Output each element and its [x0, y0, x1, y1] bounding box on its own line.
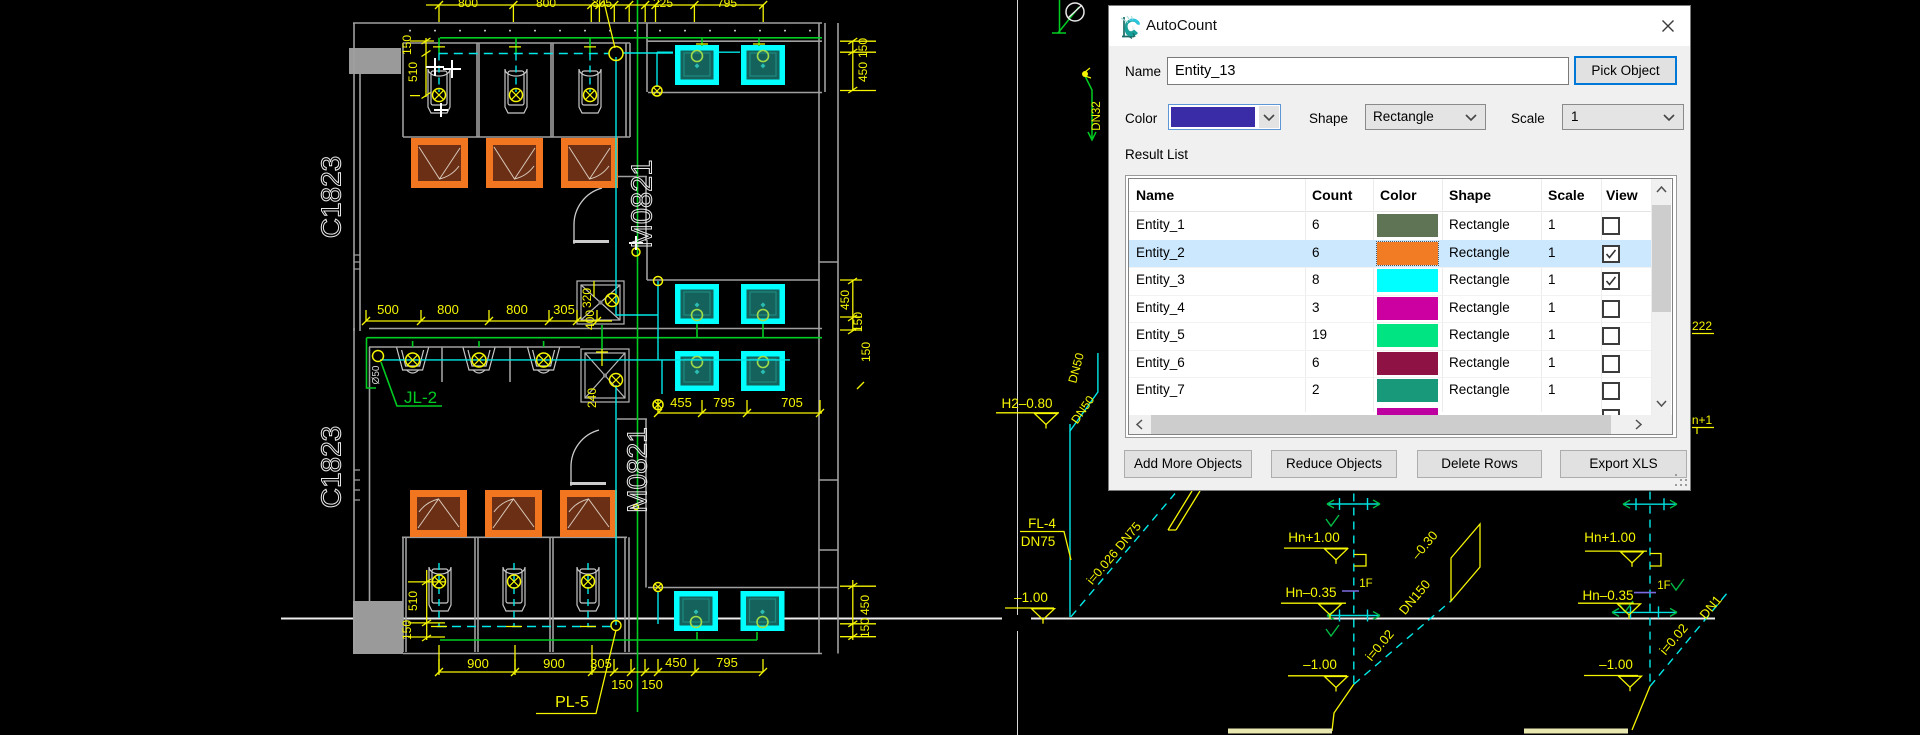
svg-text:–1.00: –1.00: [1014, 590, 1048, 605]
svg-text:1F: 1F: [1359, 578, 1372, 590]
svg-text:305: 305: [590, 656, 612, 671]
svg-text:800: 800: [458, 0, 478, 10]
svg-text:400: 400: [583, 310, 597, 330]
svg-text:305: 305: [553, 302, 575, 317]
svg-text:450: 450: [838, 290, 852, 310]
svg-text:800: 800: [506, 302, 528, 317]
svg-text:H2–0.80: H2–0.80: [1001, 396, 1052, 411]
svg-text:i=0.02: i=0.02: [1656, 621, 1691, 658]
svg-text:DN75: DN75: [1021, 534, 1056, 549]
svg-text:Hn–0.35: Hn–0.35: [1285, 585, 1336, 600]
svg-text:i=0.026 DN75: i=0.026 DN75: [1084, 519, 1144, 587]
svg-text:225: 225: [653, 0, 673, 10]
svg-text:450: 450: [858, 595, 872, 615]
svg-text:JL-2: JL-2: [404, 388, 437, 407]
svg-text:500: 500: [377, 302, 399, 317]
svg-text:150: 150: [859, 342, 873, 362]
svg-text:510: 510: [406, 62, 420, 82]
svg-text:C1823: C1823: [315, 156, 346, 239]
svg-text:DN1: DN1: [1696, 592, 1724, 622]
svg-text:DN32: DN32: [1091, 101, 1103, 130]
svg-text:150: 150: [611, 677, 633, 692]
svg-text:1F: 1F: [1657, 580, 1670, 592]
svg-text:305: 305: [592, 0, 612, 10]
svg-text:Hn+1.00: Hn+1.00: [1584, 530, 1635, 545]
svg-text:510: 510: [406, 591, 420, 611]
svg-text:900: 900: [467, 656, 489, 671]
svg-text:795: 795: [717, 0, 737, 10]
svg-text:n+1: n+1: [1692, 413, 1713, 427]
svg-text:C1823: C1823: [315, 426, 346, 509]
svg-text:450: 450: [665, 655, 687, 670]
svg-text:455: 455: [670, 395, 692, 410]
svg-text:900: 900: [543, 656, 565, 671]
svg-text:705: 705: [781, 395, 803, 410]
svg-text:PL-5: PL-5: [555, 694, 589, 711]
svg-text:800: 800: [437, 302, 459, 317]
svg-text:800: 800: [536, 0, 556, 10]
svg-text:240: 240: [585, 388, 599, 408]
svg-text:M0821: M0821: [627, 160, 659, 249]
svg-text:150: 150: [851, 312, 865, 332]
svg-text:150: 150: [858, 618, 872, 638]
svg-text:DN150: DN150: [1396, 577, 1434, 618]
svg-text:M0821: M0821: [621, 427, 652, 513]
svg-text:–0.30: –0.30: [1408, 528, 1440, 563]
svg-text:DN50: DN50: [1065, 351, 1087, 385]
svg-text:795: 795: [713, 395, 735, 410]
svg-text:320: 320: [580, 288, 594, 308]
svg-text:i=0.02: i=0.02: [1362, 627, 1397, 664]
svg-text:795: 795: [716, 655, 738, 670]
svg-text:–1.00: –1.00: [1303, 657, 1337, 672]
svg-text:150: 150: [856, 38, 870, 58]
svg-text:150: 150: [400, 620, 414, 640]
svg-text:150: 150: [641, 677, 663, 692]
svg-text:Ø50: Ø50: [371, 365, 382, 384]
svg-text:Hn–0.35: Hn–0.35: [1582, 588, 1633, 603]
svg-text:150: 150: [400, 35, 414, 55]
svg-text:FL-4: FL-4: [1028, 516, 1056, 531]
svg-text:450: 450: [856, 62, 870, 82]
svg-text:Hn+1.00: Hn+1.00: [1288, 530, 1339, 545]
svg-text:222: 222: [1692, 319, 1712, 333]
svg-text:–1.00: –1.00: [1599, 657, 1633, 672]
